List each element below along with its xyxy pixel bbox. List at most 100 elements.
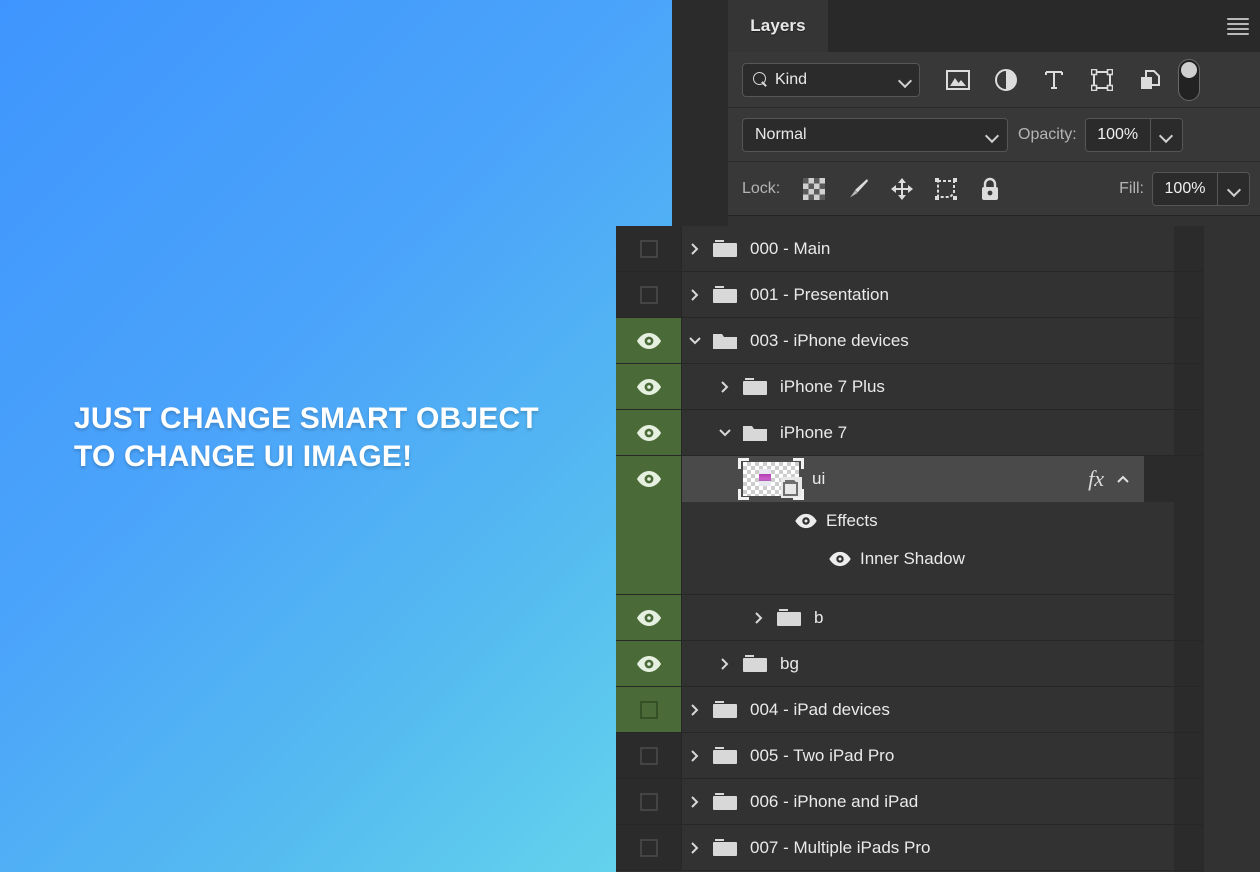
shape-layer-filter-icon[interactable] — [1078, 59, 1126, 101]
chevron-right-icon[interactable] — [682, 748, 708, 764]
headline-line-1: JUST CHANGE SMART OBJECT — [74, 402, 539, 435]
layer-visibility-toggle[interactable] — [616, 364, 682, 409]
layer-visibility-toggle[interactable] — [616, 779, 682, 824]
lock-image-pixels-brush-icon[interactable] — [836, 169, 880, 209]
table-row[interactable]: 004 - iPad devices — [616, 687, 1204, 733]
pixel-layer-filter-icon[interactable] — [934, 59, 982, 101]
chevron-right-icon[interactable] — [682, 702, 708, 718]
table-row[interactable]: ui fx — [682, 456, 1174, 502]
opacity-field[interactable]: 100% — [1084, 117, 1183, 152]
layer-list[interactable]: 000 - Main 001 - Presentation 003 - iPho… — [616, 226, 1204, 872]
chevron-down-icon[interactable] — [682, 335, 708, 347]
smart-object-thumbnail[interactable] — [738, 458, 804, 500]
layer-row-content[interactable]: 007 - Multiple iPads Pro — [682, 825, 1174, 870]
smart-object-filter-icon[interactable] — [1126, 59, 1174, 101]
table-row[interactable]: 006 - iPhone and iPad — [616, 779, 1204, 825]
fill-value: 100% — [1153, 172, 1217, 205]
chevron-right-icon[interactable] — [682, 287, 708, 303]
layer-visibility-toggle[interactable] — [616, 641, 682, 686]
thumbnail-corner-brackets — [738, 458, 804, 500]
table-row[interactable]: 005 - Two iPad Pro — [616, 733, 1204, 779]
headline-line-2: TO CHANGE UI IMAGE! — [74, 440, 413, 473]
layer-effects-fx-badge[interactable]: fx — [1088, 466, 1112, 492]
layer-visibility-toggle[interactable] — [616, 410, 682, 455]
layer-row-content[interactable]: 006 - iPhone and iPad — [682, 779, 1174, 824]
panel-menu-button[interactable] — [1216, 0, 1260, 52]
table-row[interactable]: 001 - Presentation — [616, 272, 1204, 318]
lock-transparent-pixels-icon[interactable] — [792, 169, 836, 209]
blend-mode-select[interactable]: Normal — [742, 117, 1008, 152]
layer-visibility-toggle[interactable] — [616, 226, 682, 271]
folder-open-icon — [738, 422, 772, 444]
layer-visibility-toggle[interactable] — [616, 318, 682, 363]
effect-name: Inner Shadow — [860, 549, 965, 568]
tab-layers-label: Layers — [750, 16, 806, 35]
chevron-right-icon[interactable] — [682, 241, 708, 257]
artwork-canvas: JUST CHANGE SMART OBJECT TO CHANGE UI IM… — [0, 0, 672, 872]
layer-name: 003 - iPhone devices — [750, 330, 909, 350]
chevron-down-icon — [1228, 183, 1240, 195]
chevron-down-icon[interactable] — [712, 427, 738, 439]
layer-name: 007 - Multiple iPads Pro — [750, 837, 931, 857]
opacity-stepper-button[interactable] — [1149, 118, 1182, 151]
tab-layers[interactable]: Layers — [728, 0, 828, 52]
layer-name: b — [814, 607, 824, 627]
lock-all-padlock-icon[interactable] — [968, 169, 1012, 209]
layer-row-content[interactable]: b — [682, 595, 1174, 640]
layer-visibility-toggle[interactable] — [616, 687, 682, 732]
folder-closed-icon — [708, 837, 742, 859]
chevron-right-icon[interactable] — [712, 656, 738, 672]
adjustment-layer-filter-icon[interactable] — [982, 59, 1030, 101]
folder-closed-icon — [708, 238, 742, 260]
chevron-right-icon[interactable] — [682, 840, 708, 856]
table-row[interactable]: b — [616, 595, 1204, 641]
layer-row-content[interactable]: iPhone 7 — [682, 410, 1174, 455]
list-item[interactable]: Inner Shadow — [682, 540, 1174, 578]
lock-icons — [792, 169, 1012, 209]
filter-enable-toggle[interactable] — [1178, 58, 1200, 101]
lock-artboard-nesting-icon[interactable] — [924, 169, 968, 209]
layer-row-content[interactable]: 000 - Main — [682, 226, 1174, 271]
filter-row: Kind — [728, 52, 1260, 108]
filter-kind-select[interactable]: Kind — [742, 62, 920, 97]
layer-name: 000 - Main — [750, 238, 831, 258]
table-row[interactable]: 003 - iPhone devices — [616, 318, 1204, 364]
layer-name: ui — [812, 469, 826, 488]
smart-object-layer-block: ui fx Effects Inner Shadow — [616, 456, 1204, 595]
headline-text: JUST CHANGE SMART OBJECT TO CHANGE UI IM… — [74, 400, 614, 476]
folder-closed-icon — [708, 284, 742, 306]
layer-row-content[interactable]: bg — [682, 641, 1174, 686]
layer-row-content[interactable]: 001 - Presentation — [682, 272, 1174, 317]
type-layer-filter-icon[interactable] — [1030, 59, 1078, 101]
folder-closed-icon — [708, 745, 742, 767]
chevron-right-icon[interactable] — [712, 379, 738, 395]
chevron-up-icon[interactable] — [1112, 473, 1134, 485]
layer-visibility-toggle[interactable] — [616, 272, 682, 317]
table-row[interactable]: 000 - Main — [616, 226, 1204, 272]
layer-row-content[interactable]: ui fx — [682, 456, 1144, 502]
effects-visibility-icon[interactable] — [794, 513, 818, 529]
table-row[interactable]: 007 - Multiple iPads Pro — [616, 825, 1204, 871]
layer-visibility-toggle[interactable] — [616, 825, 682, 870]
layer-row-content[interactable]: 005 - Two iPad Pro — [682, 733, 1174, 778]
layer-name: bg — [780, 653, 799, 673]
layer-name: 001 - Presentation — [750, 284, 889, 304]
table-row[interactable]: bg — [616, 641, 1204, 687]
table-row[interactable]: iPhone 7 — [616, 410, 1204, 456]
layer-visibility-toggle[interactable] — [616, 595, 682, 640]
effect-visibility-icon[interactable] — [828, 551, 852, 567]
fill-stepper-button[interactable] — [1217, 172, 1249, 205]
chevron-right-icon[interactable] — [682, 794, 708, 810]
fill-field[interactable]: 100% — [1152, 171, 1250, 206]
layer-row-content[interactable]: 003 - iPhone devices — [682, 318, 1174, 363]
layer-row-content[interactable]: 004 - iPad devices — [682, 687, 1174, 732]
list-item[interactable]: Effects — [682, 502, 1174, 540]
effects-group-label: Effects — [826, 511, 878, 530]
chevron-right-icon[interactable] — [746, 610, 772, 626]
layer-visibility-toggle[interactable] — [616, 733, 682, 778]
layer-row-content[interactable]: iPhone 7 Plus — [682, 364, 1174, 409]
table-row[interactable]: iPhone 7 Plus — [616, 364, 1204, 410]
lock-position-move-icon[interactable] — [880, 169, 924, 209]
fill-label: Fill: — [1119, 179, 1144, 197]
layer-visibility-toggle[interactable] — [616, 456, 682, 594]
